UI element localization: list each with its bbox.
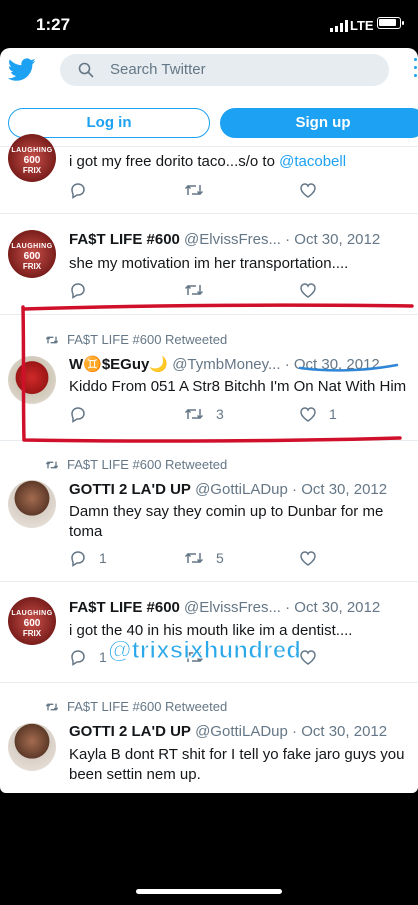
username-watermark: @trixsixhundred (107, 637, 302, 665)
red-highlight-box (21, 303, 414, 443)
date-underline (298, 363, 399, 372)
home-indicator[interactable] (136, 889, 282, 894)
annotation-overlay (21, 303, 414, 443)
